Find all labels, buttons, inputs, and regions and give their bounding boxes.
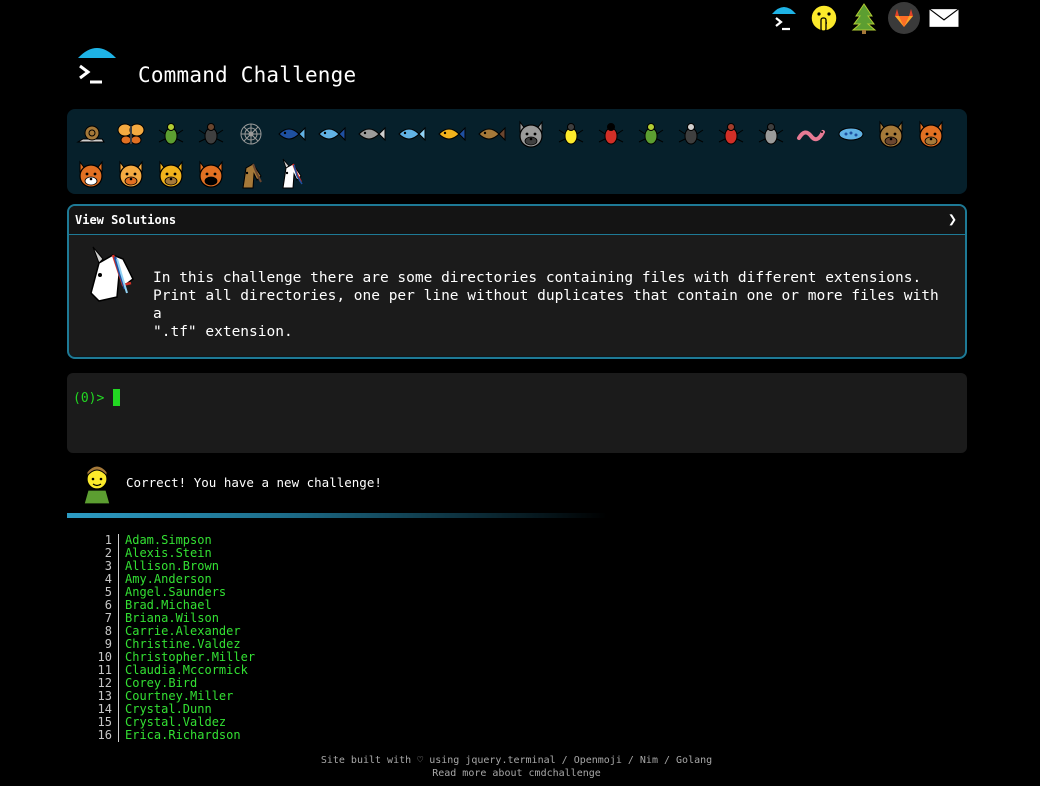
top-icons [768,2,960,34]
tropical-fish-icon[interactable] [431,114,471,154]
unicorn-icon[interactable] [271,154,311,194]
mosquito-icon[interactable] [671,114,711,154]
microbe-icon[interactable] [831,114,871,154]
bug-icon[interactable] [151,114,191,154]
output-value: Erica.Richardson [125,728,241,742]
envelope-icon[interactable] [928,2,960,34]
scorpion-icon[interactable] [711,114,751,154]
output-line: 16 Erica.Richardson [90,729,255,742]
cat-icon[interactable] [111,154,151,194]
view-solutions-label: View Solutions [75,213,177,227]
status-divider [67,513,607,518]
monkey-icon[interactable] [871,114,911,154]
fox-icon[interactable] [71,154,111,194]
terminal-prompt: (0)> [73,391,105,406]
view-solutions-toggle[interactable]: View Solutions ❯ [69,206,965,235]
challenge-description: In this challenge there are some directo… [69,235,965,356]
solutions-panel: View Solutions ❯ In this challenge there… [67,204,967,359]
fly-icon[interactable] [751,114,791,154]
page-title: Command Challenge [138,63,357,87]
blowfish-icon[interactable] [471,114,511,154]
cricket-icon[interactable] [631,114,671,154]
wolf-icon[interactable] [511,114,551,154]
terminal-umbrella-icon[interactable] [768,2,800,34]
whale-icon[interactable] [271,114,311,154]
ant-icon[interactable] [191,114,231,154]
line-number: 16 [90,729,119,742]
fish-icon[interactable] [391,114,431,154]
challenge-text: In this challenge there are some directo… [153,270,939,340]
terminal[interactable]: (0)> [67,373,967,453]
bee-icon[interactable] [551,114,591,154]
dog-icon[interactable] [911,114,951,154]
butterfly-icon[interactable] [111,114,151,154]
footer-read-more-link[interactable]: Read more about cmdchallenge [0,767,1033,780]
elf-avatar-icon [80,462,114,505]
shushing-face-icon[interactable] [808,2,840,34]
logo-icon[interactable] [74,46,120,92]
status-message: Correct! You have a new challenge! [126,475,382,490]
shark-icon[interactable] [311,114,351,154]
horse-icon[interactable] [231,154,271,194]
lion-icon[interactable] [151,154,191,194]
challenge-emoji-bar [67,109,967,194]
footer-credits[interactable]: Site built with ♡ using jquery.terminal … [0,754,1033,767]
chevron-right-icon[interactable]: ❯ [948,210,957,228]
lady-beetle-icon[interactable] [591,114,631,154]
unicorn-icon [79,245,137,303]
dolphin-icon[interactable] [351,114,391,154]
snail-icon[interactable] [71,114,111,154]
spider-web-icon[interactable] [231,114,271,154]
tiger-icon[interactable] [191,154,231,194]
worm-icon[interactable] [791,114,831,154]
footer: Site built with ♡ using jquery.terminal … [0,754,1033,780]
evergreen-tree-icon[interactable] [848,2,880,34]
gitlab-icon[interactable] [888,2,920,34]
terminal-cursor[interactable] [113,389,120,406]
command-output: 1 Adam.Simpson 2 Alexis.Stein 3 Allison.Brown… [90,534,255,742]
